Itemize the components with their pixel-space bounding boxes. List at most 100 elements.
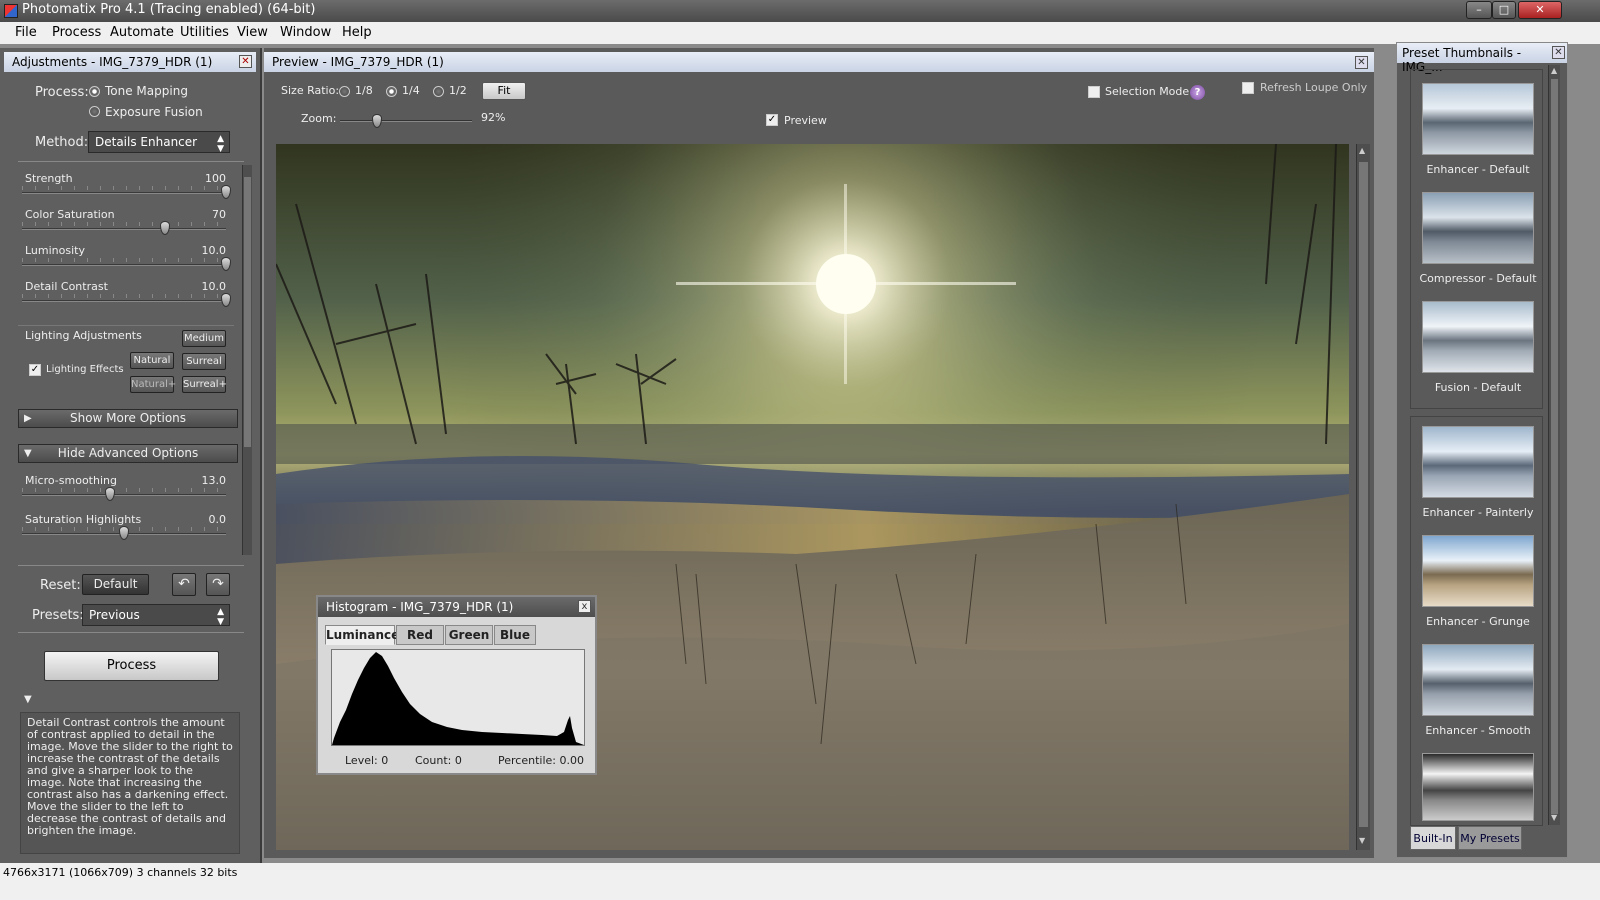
adjustments-panel: Adjustments - IMG_7379_HDR (1) ✕ Process… [0,48,262,874]
luminosity-track[interactable] [22,264,226,266]
ratio-1-4-label[interactable]: 1/4 [402,84,420,97]
strength-track[interactable] [22,192,226,194]
micro-smoothing-label: Micro-smoothing [25,474,117,487]
adjustments-close-icon[interactable]: ✕ [239,55,252,68]
saturation-highlights-label: Saturation Highlights [25,513,142,526]
medium-button[interactable]: Medium [182,330,226,347]
refresh-loupe-checkbox[interactable] [1242,82,1254,94]
surreal-button[interactable]: Surreal [182,353,226,370]
lighting-effects-checkbox[interactable]: ✓ [29,364,41,376]
surreal-plus-button[interactable]: Surreal+ [182,376,227,393]
scroll-down-icon[interactable]: ▼ [1551,813,1557,822]
process-label: Process: [35,85,89,100]
preset-thumbnail-image[interactable] [1422,535,1534,607]
menu-file[interactable]: File [15,25,37,40]
collapse-triangle-icon: ▼ [24,448,32,459]
zoom-slider[interactable] [340,114,472,128]
selection-mode-label[interactable]: Selection Mode [1105,85,1189,98]
menu-utilities[interactable]: Utilities [180,25,229,40]
status-text: 4766x3171 (1066x709) 3 channels 32 bits [3,866,238,879]
tab-green[interactable]: Green [445,625,493,645]
preset-thumbnail-image[interactable] [1422,426,1534,498]
preset-thumbnail-image[interactable] [1422,192,1534,264]
micro-smoothing-value: 13.0 [201,474,227,487]
preview-title: Preview - IMG_7379_HDR (1) [272,55,444,69]
title-bar: Photomatix Pro 4.1 (Tracing enabled) (64… [0,0,1600,22]
detail-contrast-label: Detail Contrast [25,280,108,293]
maximize-button[interactable]: □ [1492,1,1516,19]
exposure-fusion-radio[interactable] [89,106,100,117]
ratio-1-8-label[interactable]: 1/8 [355,84,373,97]
preview-checkbox[interactable]: ✓ [766,114,778,126]
tab-my-presets[interactable]: My Presets [1458,826,1522,850]
zoom-slider-thumb[interactable] [371,114,382,128]
scroll-up-icon[interactable]: ▲ [1551,66,1557,75]
ratio-1-4-radio[interactable] [386,86,397,97]
lighting-effects-label[interactable]: Lighting Effects [46,364,124,375]
saturation-highlights-thumb[interactable] [119,526,129,540]
adjustments-header: Adjustments - IMG_7379_HDR (1) ✕ [4,52,256,72]
micro-smoothing-thumb[interactable] [104,487,115,501]
tab-built-in[interactable]: Built-In [1410,826,1456,850]
tab-luminance[interactable]: Luminance [325,625,399,645]
process-button[interactable]: Process [44,651,219,681]
menu-view[interactable]: View [237,25,268,40]
close-button[interactable]: ✕ [1518,1,1562,19]
tab-blue[interactable]: Blue [494,625,536,645]
color-saturation-track[interactable] [22,228,226,230]
menu-help[interactable]: Help [342,25,372,40]
histogram-plot [331,649,585,746]
scroll-down-icon[interactable]: ▼ [1359,836,1365,845]
color-saturation-thumb[interactable] [159,221,170,235]
preset-panel-close-icon[interactable]: ✕ [1552,46,1565,59]
preset-thumbnail-image[interactable] [1422,644,1534,716]
histogram-window: Histogram - IMG_7379_HDR (1) x Luminance… [316,595,597,775]
natural-button[interactable]: Natural [130,352,174,369]
fit-button[interactable]: Fit [482,82,526,100]
ratio-1-2-radio[interactable] [433,86,444,97]
redo-icon[interactable]: ↷ [206,573,230,596]
detail-contrast-track[interactable] [22,300,226,302]
color-saturation-label: Color Saturation [25,208,115,221]
method-label: Method: [35,135,89,150]
preview-close-icon[interactable]: ✕ [1355,56,1368,69]
micro-smoothing-track[interactable] [22,494,226,496]
adjustments-scrollbar[interactable] [242,165,252,555]
menu-bar: File Process Automate Utilities View Win… [0,22,1600,44]
preset-scrollbar[interactable]: ▲ ▼ [1548,65,1560,825]
preset-thumbnail-image[interactable] [1422,301,1534,373]
undo-icon[interactable]: ↶ [172,573,196,596]
minimize-button[interactable]: – [1466,1,1492,19]
strength-thumb[interactable] [221,185,231,199]
scroll-up-icon[interactable]: ▲ [1359,146,1365,155]
menu-automate[interactable]: Automate [110,25,174,40]
ratio-1-2-label[interactable]: 1/2 [449,84,467,97]
luminosity-thumb[interactable] [221,257,231,271]
natural-plus-button[interactable]: Natural+ [130,376,176,393]
menu-window[interactable]: Window [280,25,331,40]
help-icon[interactable]: ? [1190,85,1205,100]
ratio-1-8-radio[interactable] [339,86,350,97]
method-select[interactable]: Details Enhancer ▲ ▼ [88,131,230,154]
tone-mapping-radio[interactable] [89,86,100,97]
preset-thumbnail-image[interactable] [1422,83,1534,155]
detail-contrast-thumb[interactable] [221,293,231,307]
exposure-fusion-label[interactable]: Exposure Fusion [105,105,203,119]
presets-select[interactable]: Previous ▲ ▼ [82,604,230,627]
refresh-loupe-label[interactable]: Refresh Loupe Only [1260,81,1367,94]
histogram-close-icon[interactable]: x [578,600,591,613]
selection-mode-checkbox[interactable] [1088,86,1100,98]
menu-process[interactable]: Process [52,25,101,40]
histogram-level: Level: 0 [345,754,389,767]
default-button[interactable]: Default [82,574,149,595]
preview-scrollbar[interactable]: ▲ ▼ [1356,144,1370,850]
color-saturation-value: 70 [212,208,226,221]
preset-thumbnail-image[interactable] [1422,753,1534,821]
hide-advanced-options-button[interactable]: ▼ Hide Advanced Options [18,444,238,463]
tone-mapping-label[interactable]: Tone Mapping [105,84,188,98]
description-toggle-icon[interactable]: ▼ [24,694,32,705]
tab-red[interactable]: Red [396,625,444,645]
show-more-options-button[interactable]: ▶ Show More Options [18,409,238,428]
adjustments-title: Adjustments - IMG_7379_HDR (1) [12,55,213,69]
preview-checkbox-label[interactable]: Preview [784,114,827,127]
